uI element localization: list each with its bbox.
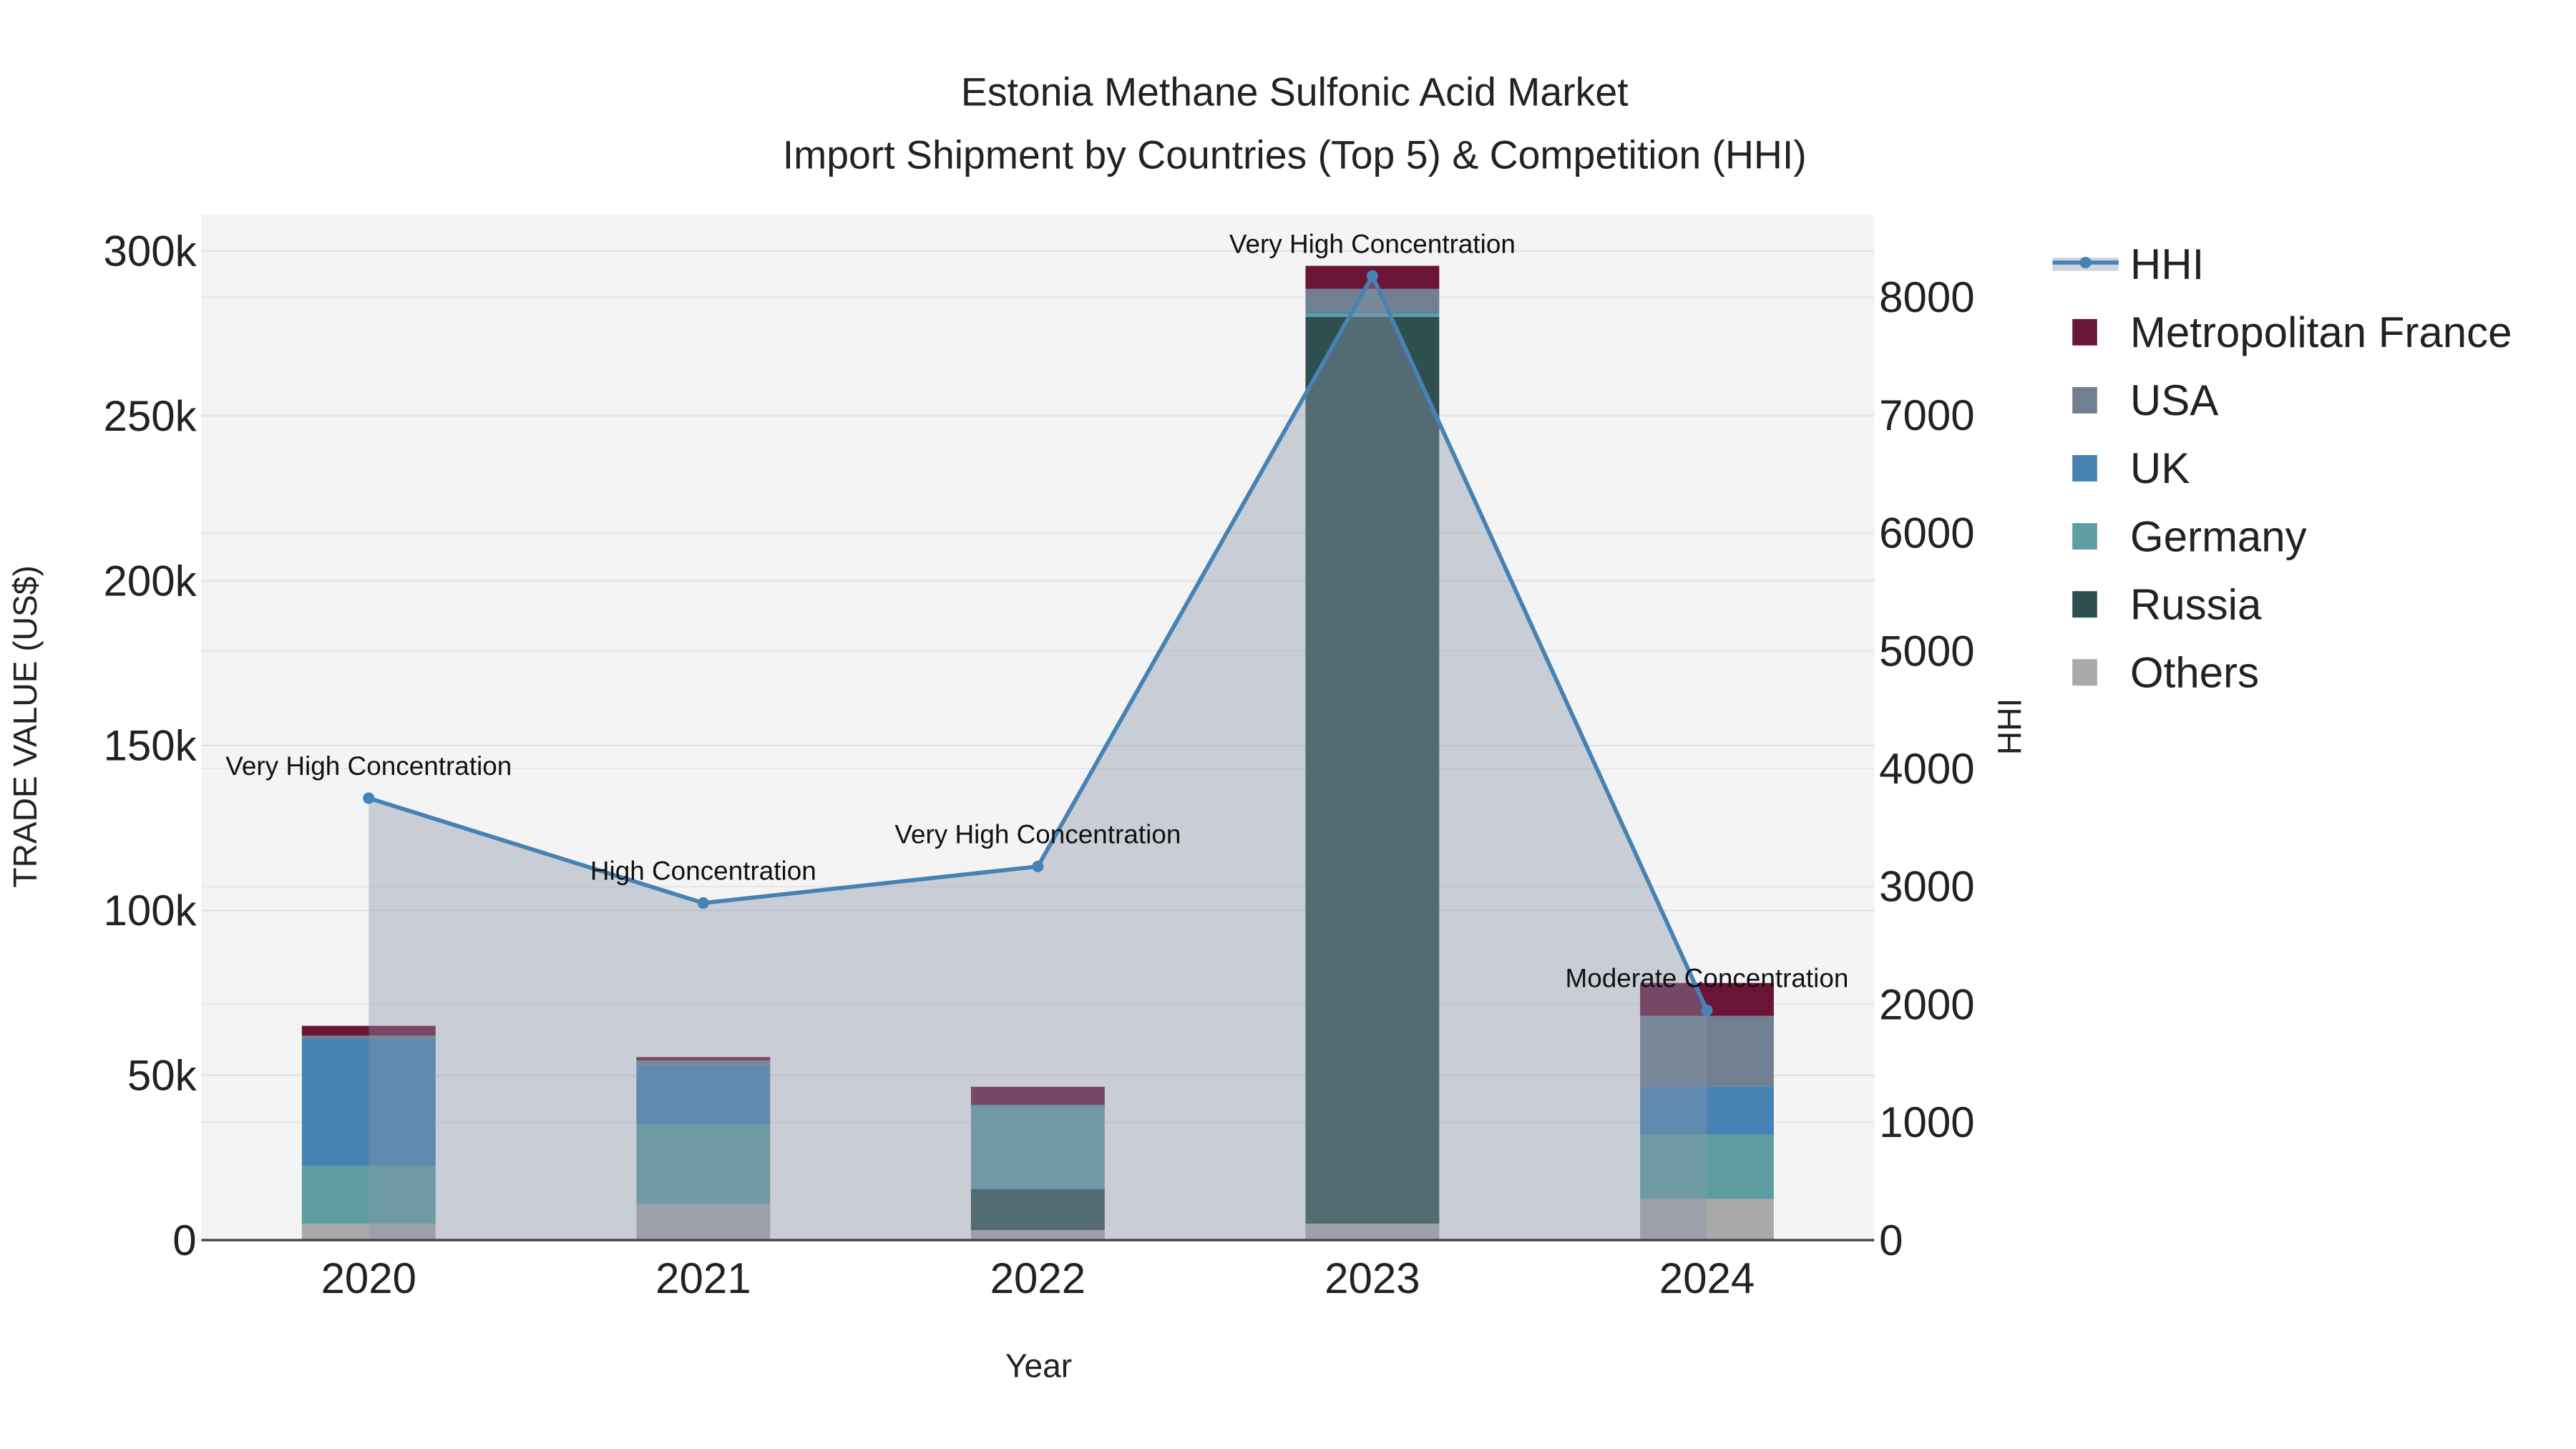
- hhi-annotation: Moderate Concentration: [1565, 964, 1848, 993]
- hhi-annotation: Very High Concentration: [225, 751, 512, 781]
- x-tick-label: 2024: [1659, 1254, 1755, 1302]
- legend-label: UK: [2130, 444, 2190, 492]
- y-tick-label: 50k: [127, 1051, 197, 1099]
- y-axis-ticks: 0 50k 100k 150k 200k 250k 300k: [104, 228, 197, 1264]
- legend-swatch: [2072, 523, 2097, 550]
- chart-title: Estonia Methane Sulfonic Acid Market: [961, 70, 1629, 114]
- legend-hhi-marker: [2079, 256, 2092, 268]
- x-tick-label: 2021: [655, 1254, 751, 1302]
- legend: HHI Metropolitan France USA UK Germany Russia…: [2052, 240, 2512, 696]
- legend-swatch: [2072, 659, 2097, 686]
- legend-swatch: [2072, 318, 2097, 346]
- legend-label: Germany: [2130, 512, 2307, 560]
- legend-label: HHI: [2130, 240, 2204, 288]
- hhi-annotation: Very High Concentration: [894, 820, 1181, 849]
- x-axis-label: Year: [1005, 1347, 1072, 1385]
- legend-swatch: [2072, 591, 2097, 618]
- x-tick-label: 2020: [321, 1254, 416, 1302]
- y2-tick-label: 7000: [1879, 391, 1974, 439]
- x-axis-ticks: 2020 2021 2022 2023 2024: [321, 1254, 1755, 1302]
- legend-swatch: [2072, 386, 2097, 414]
- hhi-point: [1701, 1004, 1713, 1016]
- y2-tick-label: 0: [1879, 1216, 1903, 1264]
- y2-tick-label: 8000: [1879, 273, 1974, 321]
- legend-label: Others: [2130, 648, 2259, 696]
- hhi-point: [697, 897, 709, 909]
- x-tick-label: 2023: [1324, 1254, 1420, 1302]
- y-tick-label: 0: [172, 1216, 196, 1264]
- y2-tick-label: 6000: [1879, 509, 1974, 557]
- legend-swatch: [2072, 455, 2097, 482]
- chart-subtitle: Import Shipment by Countries (Top 5) & C…: [783, 132, 1807, 177]
- y2-tick-label: 5000: [1879, 627, 1974, 675]
- legend-label: Russia: [2130, 580, 2262, 628]
- legend-label: Metropolitan France: [2130, 308, 2512, 356]
- y-tick-label: 250k: [104, 392, 197, 440]
- y2-axis-label: HHI: [1991, 698, 2029, 755]
- legend-label: USA: [2130, 376, 2218, 424]
- hhi-point: [363, 792, 375, 804]
- y2-axis-ticks: 0 1000 2000 3000 4000 5000 6000 7000 8000: [1879, 273, 1974, 1264]
- y-tick-label: 300k: [104, 228, 197, 275]
- x-tick-label: 2022: [990, 1254, 1085, 1302]
- hhi-annotation: Very High Concentration: [1229, 229, 1516, 258]
- hhi-point: [1366, 270, 1378, 282]
- y-tick-label: 100k: [104, 887, 197, 935]
- y2-tick-label: 2000: [1879, 980, 1974, 1028]
- hhi-point: [1032, 860, 1044, 873]
- hhi-annotation: High Concentration: [590, 857, 816, 886]
- y2-tick-label: 4000: [1879, 745, 1974, 793]
- y-tick-label: 200k: [104, 557, 197, 605]
- chart: Very High Concentration High Concentratio…: [6, 70, 2512, 1385]
- y2-tick-label: 3000: [1879, 863, 1974, 911]
- y-axis-label: TRADE VALUE (US$): [6, 565, 44, 887]
- y-tick-label: 150k: [104, 722, 197, 770]
- y2-tick-label: 1000: [1879, 1098, 1974, 1146]
